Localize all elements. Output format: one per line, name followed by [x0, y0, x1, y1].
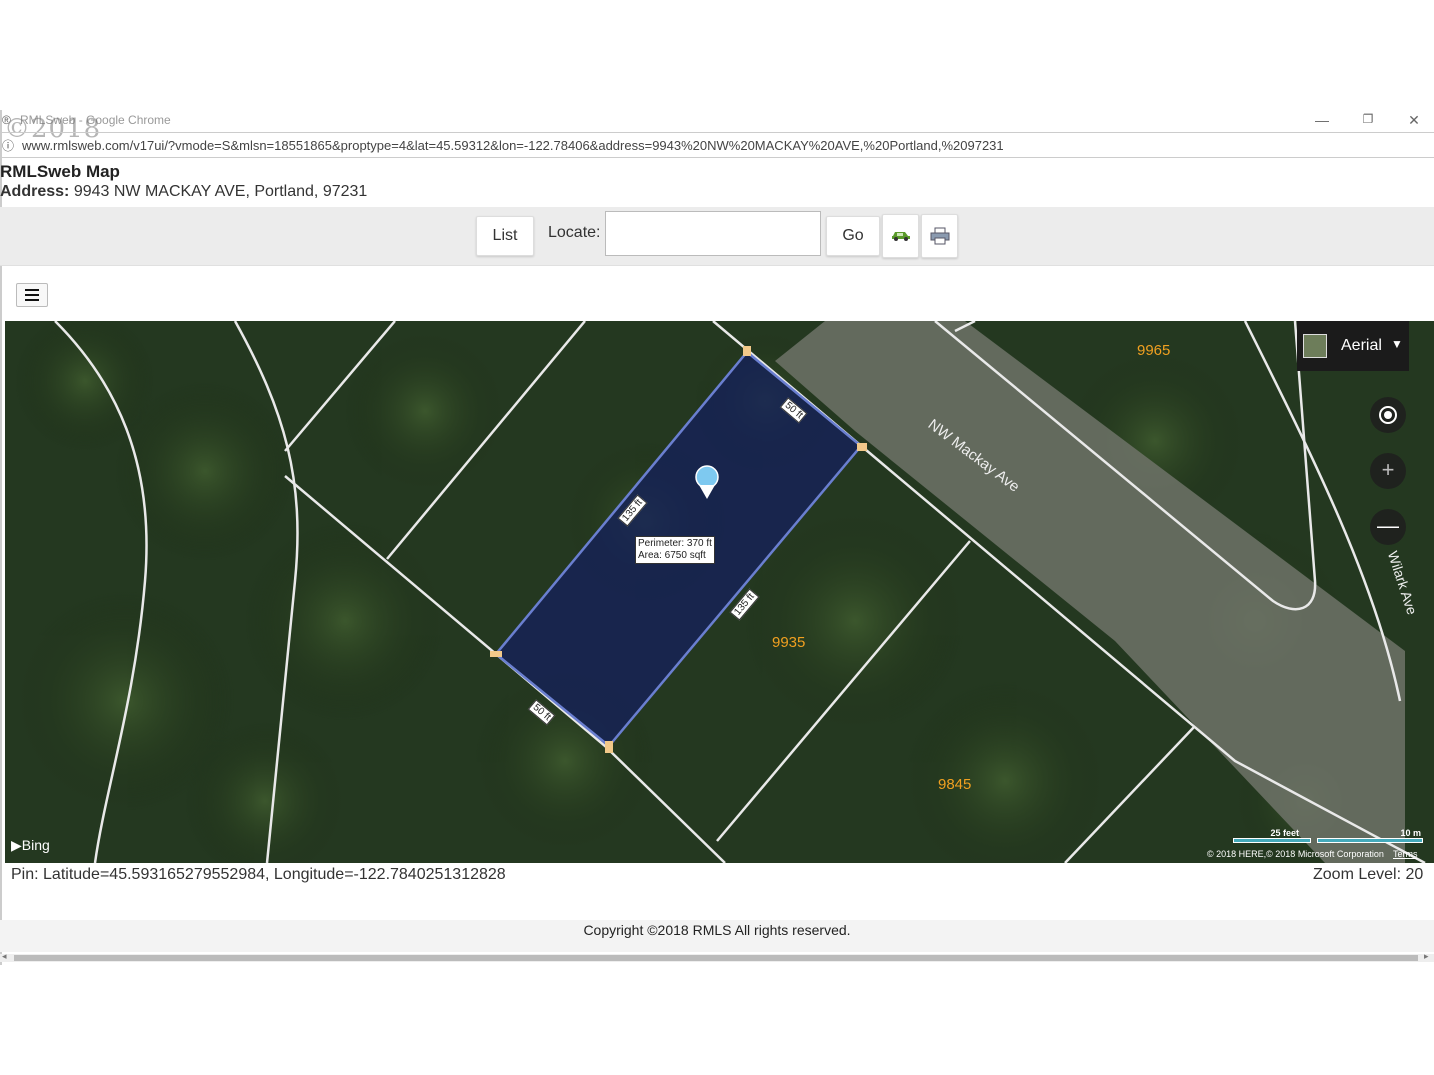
locate-label: Locate: [548, 224, 601, 241]
target-icon [1379, 406, 1397, 424]
close-button[interactable]: ✕ [1402, 112, 1426, 129]
locate-input[interactable] [605, 211, 821, 256]
print-button[interactable] [921, 214, 958, 258]
map-toolbar: List Locate: Go [0, 207, 1434, 266]
scroll-right-icon[interactable]: ▸ [1424, 951, 1429, 962]
terms-link[interactable]: Terms [1393, 849, 1418, 859]
car-icon [892, 232, 910, 241]
scale-bar-feet [1233, 838, 1311, 843]
chevron-down-icon[interactable]: ▼ [1391, 337, 1403, 351]
scroll-left-icon[interactable]: ◂ [2, 951, 7, 962]
directions-button[interactable] [882, 214, 919, 258]
bing-icon: ▶ [11, 837, 22, 853]
footer: Copyright ©2018 RMLS All rights reserved… [0, 920, 1434, 952]
scale-feet: 25 feet [1270, 828, 1299, 838]
locate-me-button[interactable] [1370, 397, 1406, 433]
info-icon[interactable]: ⓘ [2, 137, 14, 154]
parcel-number: 9965 [1137, 342, 1171, 359]
zoom-out-button[interactable]: — [1370, 509, 1406, 545]
menu-icon-line [25, 294, 39, 296]
zoom-in-button[interactable]: + [1370, 453, 1406, 489]
bing-logo[interactable]: ▶Bing [11, 837, 50, 854]
list-button[interactable]: List [476, 216, 534, 256]
address-bar[interactable]: ⓘ www.rmlsweb.com/v17ui/?vmode=S&mlsn=18… [0, 132, 1434, 158]
parcel-number: 9935 [772, 634, 806, 651]
aerial-thumbnail-icon [1303, 334, 1327, 358]
scrollbar-thumb[interactable] [14, 955, 1418, 961]
page-title: RMLSweb Map [0, 162, 120, 181]
browser-titlebar: ® RMLSweb - Google Chrome ©2018 — ❐ ✕ [0, 112, 1434, 144]
printer-icon [930, 227, 950, 245]
menu-icon [25, 289, 39, 291]
perimeter-text: Perimeter: 370 ft [638, 538, 712, 549]
map-type-label[interactable]: Aerial [1341, 337, 1382, 355]
aerial-map[interactable]: 50 ft 135 ft 135 ft 50 ft Perimeter: 370… [5, 321, 1434, 863]
scale-bar-meters [1317, 838, 1423, 843]
minimize-button[interactable]: — [1310, 112, 1334, 128]
map-canvas[interactable] [5, 321, 1434, 863]
parcel-number: 9845 [938, 776, 972, 793]
plus-icon: + [1381, 457, 1395, 482]
zoom-level: Zoom Level: 20 [1313, 866, 1424, 883]
scale-meters: 10 m [1400, 828, 1421, 838]
measure-tooltip: Perimeter: 370 ft Area: 6750 sqft [635, 536, 715, 564]
url-text[interactable]: www.rmlsweb.com/v17ui/?vmode=S&mlsn=1855… [22, 138, 1004, 153]
minus-icon: — [1377, 513, 1399, 538]
horizontal-scrollbar[interactable]: ◂ ▸ [0, 951, 1434, 962]
property-address: Address: 9943 NW MACKAY AVE, Portland, 9… [0, 183, 367, 201]
bing-text: Bing [21, 837, 50, 853]
footer-copyright: Copyright ©2018 RMLS All rights reserved… [583, 922, 851, 938]
restore-button[interactable]: ❐ [1356, 112, 1380, 126]
map-type-selector[interactable]: Aerial ▼ [1297, 321, 1409, 371]
go-button[interactable]: Go [826, 216, 880, 256]
map-copyright: © 2018 HERE,© 2018 Microsoft Corporation [1207, 849, 1384, 859]
address-value: 9943 NW MACKAY AVE, Portland, 97231 [73, 183, 368, 200]
menu-icon-line [25, 299, 39, 301]
area-text: Area: 6750 sqft [638, 550, 706, 561]
pin-coordinates: Pin: Latitude=45.593165279552984, Longit… [11, 866, 506, 883]
address-label: Address: [0, 183, 70, 200]
menu-button[interactable] [16, 283, 48, 307]
